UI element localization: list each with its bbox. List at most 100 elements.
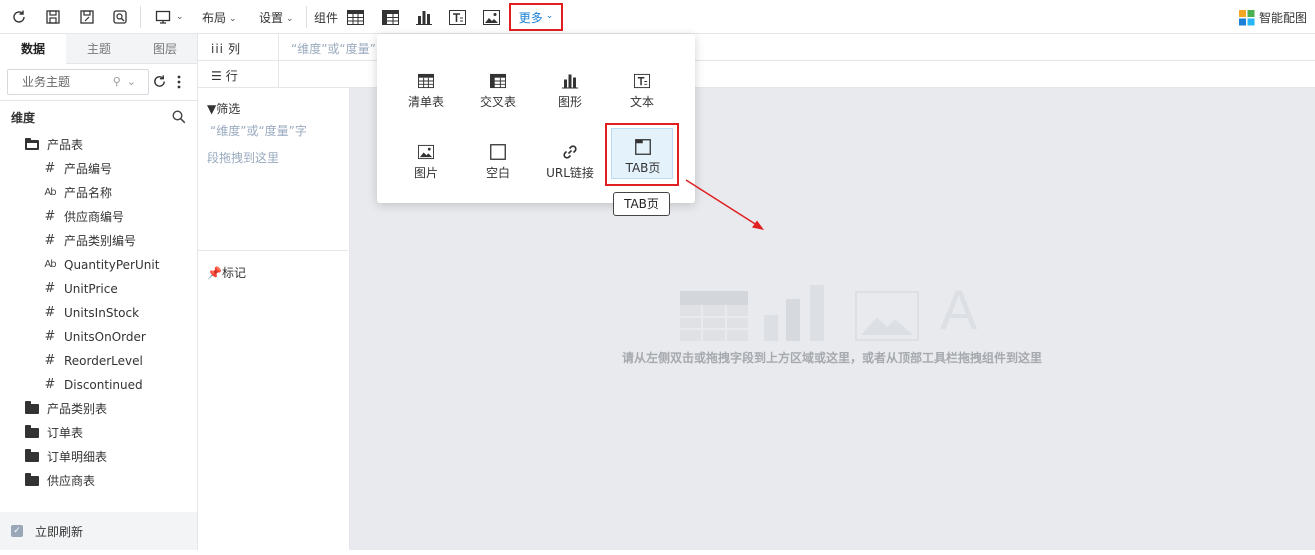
save-icon[interactable] xyxy=(43,7,63,27)
rows-icon: ☰ xyxy=(211,69,222,83)
field-item[interactable]: # UnitsInStock xyxy=(43,302,140,324)
dropdown-item-crosstab[interactable]: 交叉表 xyxy=(465,56,531,116)
chart-icon xyxy=(562,74,578,89)
tab-page-highlight-box xyxy=(605,123,679,186)
text-placeholder-icon: A xyxy=(940,278,978,341)
tree-table-category[interactable]: 产品类别表 xyxy=(25,398,107,420)
dropdown-item-blank[interactable]: 空白 xyxy=(465,127,531,187)
settings-menu[interactable]: 设置 ⌄ xyxy=(259,9,294,26)
refresh-subject-icon[interactable] xyxy=(152,74,167,92)
field-item[interactable]: # 产品类别编号 xyxy=(43,230,136,252)
data-panel: 数据 主题 图层 业务主题 ⚲⌄ 维度 产品表 # 产品编号 Ab 产品名称 # 供应… xyxy=(0,34,198,550)
toolbar-divider xyxy=(306,6,307,28)
filter-section-title: ▼筛选 xyxy=(207,102,241,116)
columns-shelf-label: iii 列 xyxy=(211,42,241,56)
number-field-icon: # xyxy=(44,281,56,296)
monitor-icon[interactable] xyxy=(153,7,173,27)
chart-component-icon[interactable] xyxy=(414,7,434,27)
columns-shelf[interactable]: iii 列 “维度”或“度量” xyxy=(198,34,1315,61)
field-item[interactable]: # UnitsOnOrder xyxy=(43,326,146,348)
components-label: 组件 xyxy=(314,11,339,25)
preview-icon[interactable] xyxy=(110,7,130,27)
dropdown-item-chart[interactable]: 图形 xyxy=(537,56,603,116)
crosstab-component-icon[interactable] xyxy=(380,7,400,27)
field-item[interactable]: # 供应商编号 xyxy=(43,206,124,228)
columns-drop-hint: “维度”或“度量” xyxy=(291,42,376,56)
divider xyxy=(278,61,279,87)
field-item[interactable]: # ReorderLevel xyxy=(43,350,143,372)
tab-theme[interactable]: 主题 xyxy=(66,34,132,64)
text-field-icon: Ab xyxy=(44,259,56,270)
smart-chart-button[interactable]: 智能配图 xyxy=(1238,9,1307,26)
folder-icon xyxy=(25,473,39,486)
tree-table-product[interactable]: 产品表 xyxy=(25,134,83,156)
layout-menu[interactable]: 布局 ⌄ xyxy=(202,9,237,26)
pin-icon: 📌 xyxy=(207,266,222,280)
canvas-empty-hint: 请从左侧双击或拖拽字段到上方区域或这里，或者从顶部工具栏拖拽组件到这里 xyxy=(622,351,1043,365)
checkbox-checked-icon[interactable]: ✓ xyxy=(11,525,23,537)
field-item[interactable]: Ab QuantityPerUnit xyxy=(43,254,159,276)
search-icon[interactable] xyxy=(172,110,186,127)
tab-layer[interactable]: 图层 xyxy=(132,34,198,64)
rows-shelf-label: ☰ 行 xyxy=(211,69,238,83)
save-as-icon[interactable] xyxy=(77,7,97,27)
smart-chart-icon xyxy=(1238,9,1255,25)
more-options-icon[interactable] xyxy=(176,74,182,90)
field-item[interactable]: # 产品编号 xyxy=(43,158,112,180)
tree-table-suppliers[interactable]: 供应商表 xyxy=(25,470,95,492)
tree-table-order-details[interactable]: 订单明细表 xyxy=(25,446,107,468)
number-field-icon: # xyxy=(44,233,56,248)
number-field-icon: # xyxy=(44,377,56,392)
chevron-down-icon[interactable]: ⌄ xyxy=(173,9,184,23)
subject-select[interactable]: 业务主题 ⚲⌄ xyxy=(7,69,149,95)
left-panel-tabs: 数据 主题 图层 xyxy=(0,34,198,65)
tab-data[interactable]: 数据 xyxy=(0,34,66,65)
rows-shelf[interactable]: ☰ 行 xyxy=(198,61,1315,88)
filter-icon: ▼ xyxy=(207,102,217,116)
text-component-icon[interactable] xyxy=(447,7,467,27)
dropdown-item-text[interactable]: 文本 xyxy=(609,56,675,116)
search-chevron-icon: ⚲⌄ xyxy=(112,75,142,88)
filter-marks-panel: ▼筛选 “维度”或“度量”字 段拖拽到这里 📌标记 xyxy=(198,88,350,550)
image-placeholder-icon xyxy=(855,291,919,341)
number-field-icon: # xyxy=(44,305,56,320)
divider xyxy=(198,250,348,251)
text-field-icon: Ab xyxy=(44,187,56,198)
tab-page-tooltip: TAB页 xyxy=(613,192,670,216)
blank-icon xyxy=(490,144,506,160)
columns-icon: iii xyxy=(211,42,225,56)
refresh-now-toggle[interactable]: ✓ 立即刷新 xyxy=(0,512,197,550)
folder-open-icon xyxy=(25,138,39,150)
dimension-heading: 维度 xyxy=(11,111,36,125)
image-component-icon[interactable] xyxy=(481,7,501,27)
folder-icon xyxy=(25,449,39,462)
field-item[interactable]: # Discontinued xyxy=(43,374,143,396)
chevron-down-icon: ⌄ xyxy=(286,14,294,24)
chevron-down-icon: ⌄ xyxy=(545,11,554,21)
table-component-icon[interactable] xyxy=(345,7,365,27)
chevron-down-icon: ⌄ xyxy=(229,14,237,24)
refresh-icon[interactable] xyxy=(9,7,29,27)
dropdown-item-url-link[interactable]: URL链接 xyxy=(537,127,603,187)
more-button[interactable]: 更多 ⌄ xyxy=(509,3,563,31)
dropdown-item-image[interactable]: 图片 xyxy=(393,127,459,187)
table-placeholder-icon xyxy=(680,291,748,341)
tree-table-orders[interactable]: 订单表 xyxy=(25,422,83,444)
field-item[interactable]: # UnitPrice xyxy=(43,278,118,300)
dropdown-item-list-table[interactable]: 清单表 xyxy=(393,56,459,116)
field-item[interactable]: Ab 产品名称 xyxy=(43,182,112,204)
folder-icon xyxy=(25,401,39,414)
toolbar-divider xyxy=(140,6,141,28)
table-icon xyxy=(418,73,434,89)
number-field-icon: # xyxy=(44,209,56,224)
chart-placeholder-icon xyxy=(764,285,824,341)
number-field-icon: # xyxy=(44,329,56,344)
image-icon xyxy=(418,144,434,160)
number-field-icon: # xyxy=(44,161,56,176)
filter-drop-hint: “维度”或“度量”字 xyxy=(210,124,307,138)
filter-drop-hint: 段拖拽到这里 xyxy=(207,151,280,165)
annotation-arrow-icon xyxy=(685,179,764,230)
folder-icon xyxy=(25,425,39,438)
link-icon xyxy=(563,145,577,159)
marks-section-title: 📌标记 xyxy=(207,266,246,280)
